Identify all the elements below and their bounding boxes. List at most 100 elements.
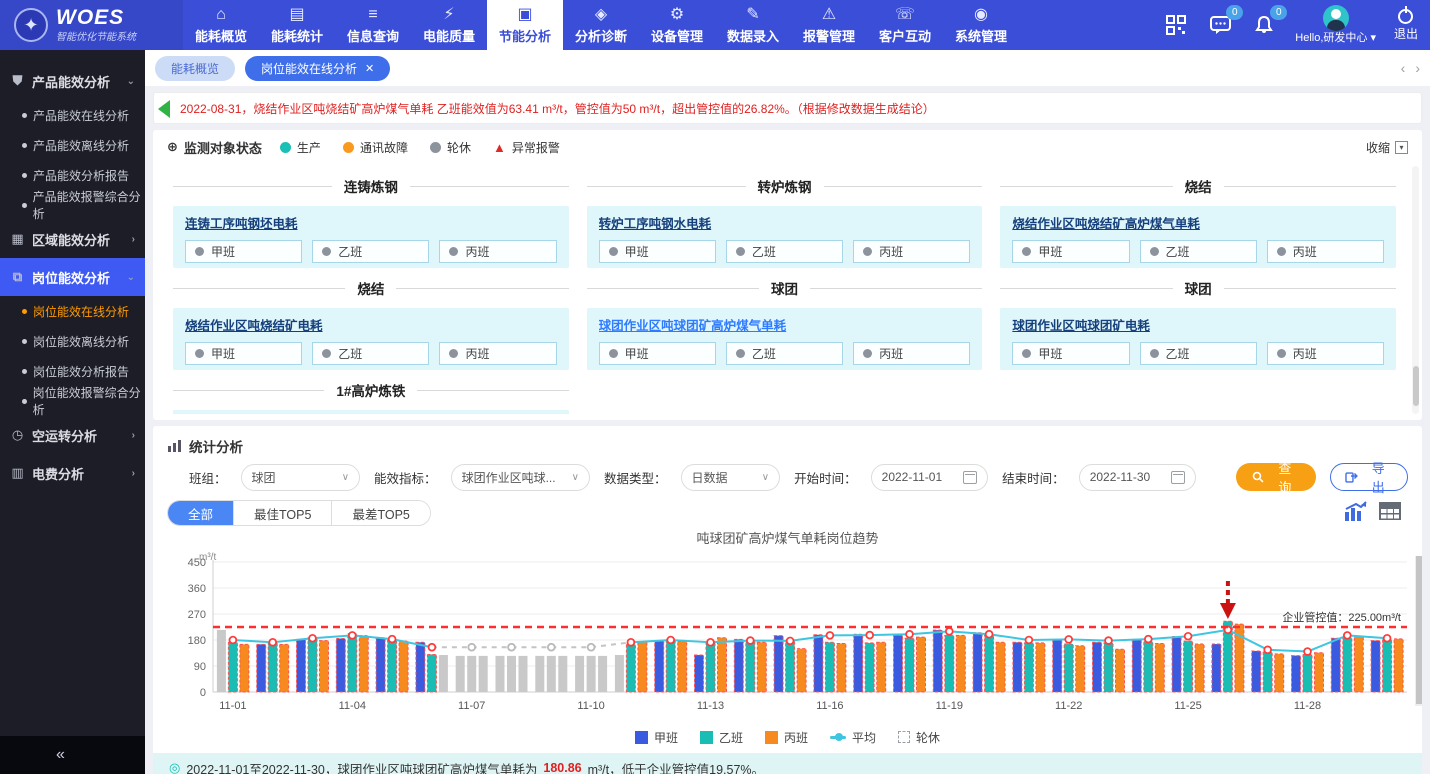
sidebar-collapse-button[interactable]: « — [0, 736, 145, 774]
indicator-link[interactable]: 烧结作业区吨烧结矿高炉煤气单耗 — [1012, 213, 1384, 232]
status-dot — [1277, 349, 1286, 358]
chevron-down-icon: ▾ — [1370, 32, 1376, 44]
nav-item-analysis-diagnosis[interactable]: ◈分析诊断 — [563, 0, 639, 50]
shift-b-button[interactable]: 乙班 — [1140, 240, 1257, 263]
indicator-link[interactable]: 球团作业区吨球团矿电耗 — [1012, 315, 1384, 334]
status-legend: 生产 通讯故障 轮休 ▲异常报警 — [280, 139, 560, 156]
chart-view-icon[interactable] — [1344, 500, 1368, 522]
indicator-select[interactable]: 球团作业区吨球...∨ — [451, 464, 590, 491]
start-date-input[interactable]: 2022-11-01 — [871, 464, 989, 491]
sidebar-subitem-product-online[interactable]: 产品能效在线分析 — [0, 100, 145, 130]
view-tab-worst-top5[interactable]: 最差TOP5 — [331, 501, 429, 525]
qr-code-icon[interactable] — [1163, 12, 1189, 38]
sidebar-subitem-post-alarm[interactable]: 岗位能效报警综合分析 — [0, 386, 145, 416]
close-icon[interactable]: ✕ — [365, 62, 374, 75]
collapse-panel-button[interactable]: 收缩▾ — [1366, 139, 1408, 156]
user-menu[interactable]: Hello,研发中心 ▾ — [1295, 5, 1376, 45]
shift-c-button[interactable]: 丙班 — [439, 240, 556, 263]
indicator-link[interactable]: 烧结作业区吨烧结矿电耗 — [185, 315, 557, 334]
trend-chart[interactable]: 090180270360450m³/t11-0111-0411-0711-101… — [167, 550, 1417, 722]
indicator-link[interactable]: 转炉工序吨钢水电耗 — [599, 213, 971, 232]
legend-label: 轮休 — [447, 139, 471, 156]
scrollbar-thumb[interactable] — [1413, 366, 1419, 406]
status-dot — [1277, 247, 1286, 256]
tab-post-efficiency-online[interactable]: 岗位能效在线分析✕ — [245, 56, 390, 81]
nav-item-energy-saving-analysis[interactable]: ▣节能分析 — [487, 0, 563, 50]
view-tab-best-top5[interactable]: 最佳TOP5 — [233, 501, 331, 525]
sidebar-item-region-efficiency[interactable]: ▦区域能效分析› — [0, 220, 145, 258]
shift-b-button[interactable]: 乙班 — [312, 240, 429, 263]
shift-a-button[interactable]: 甲班 — [599, 342, 716, 365]
stats-scrollbar[interactable] — [1415, 556, 1422, 706]
shift-b-button[interactable]: 乙班 — [726, 240, 843, 263]
scrollbar-thumb[interactable] — [1416, 556, 1422, 704]
comm-fault-status-dot — [343, 142, 354, 153]
table-view-icon[interactable] — [1378, 500, 1402, 522]
bullet-icon — [22, 309, 27, 314]
calendar-icon — [1171, 471, 1185, 484]
team-select[interactable]: 球团∨ — [241, 464, 361, 491]
sidebar-subitem-product-alarm[interactable]: 产品能效报警综合分析 — [0, 190, 145, 220]
end-date-input[interactable]: 2022-11-30 — [1079, 464, 1197, 491]
nav-item-system-management[interactable]: ◉系统管理 — [943, 0, 1019, 50]
export-button[interactable]: 导 出 — [1330, 463, 1408, 491]
indicator-label: 能效指标： — [374, 468, 437, 487]
nav-item-energy-statistics[interactable]: ▤能耗统计 — [259, 0, 335, 50]
notifications-bell-icon[interactable]: 0 — [1251, 12, 1277, 38]
monitor-scroll-area[interactable]: 连铸炼钢 连铸工序吨钢坯电耗 甲班 乙班 丙班 转炉炼钢 转炉工序吨钢水电耗 — [153, 164, 1422, 414]
monitor-card: 高炉作业区吨生铁电耗 — [173, 410, 569, 414]
sidebar-subitem-post-offline[interactable]: 岗位能效离线分析 — [0, 326, 145, 356]
shift-b-button[interactable]: 乙班 — [726, 342, 843, 365]
shift-a-button[interactable]: 甲班 — [599, 240, 716, 263]
query-button[interactable]: 查 询 — [1236, 463, 1315, 491]
nav-item-customer-interaction[interactable]: ☏客户互动 — [867, 0, 943, 50]
shift-a-button[interactable]: 甲班 — [1012, 240, 1129, 263]
view-tab-all[interactable]: 全部 — [168, 501, 233, 525]
sidebar-item-product-efficiency[interactable]: ⛊产品能效分析⌄ — [0, 62, 145, 100]
shift-c-button[interactable]: 丙班 — [1267, 240, 1384, 263]
logout-button[interactable]: 退出 — [1394, 9, 1418, 42]
sidebar-subitem-product-offline[interactable]: 产品能效离线分析 — [0, 130, 145, 160]
shift-c-button[interactable]: 丙班 — [853, 342, 970, 365]
nav-item-energy-overview[interactable]: ⌂能耗概览 — [183, 0, 259, 50]
tabs-scroll-left-icon[interactable]: ‹ — [1401, 60, 1406, 76]
sidebar-subitem-product-report[interactable]: 产品能效分析报告 — [0, 160, 145, 190]
shift-b-button[interactable]: 乙班 — [1140, 342, 1257, 365]
open-tabs-bar: 能耗概览 岗位能效在线分析✕ ‹ › — [145, 50, 1430, 86]
sidebar-item-idle-analysis[interactable]: ◷空运转分析› — [0, 416, 145, 454]
bullet-icon — [22, 369, 27, 374]
nav-item-power-quality[interactable]: ⚡电能质量 — [411, 0, 487, 50]
shift-a-button[interactable]: 甲班 — [185, 240, 302, 263]
legend-label: 通讯故障 — [360, 139, 408, 156]
tabs-scroll-right-icon[interactable]: › — [1415, 60, 1420, 76]
indicator-link-selected[interactable]: 球团作业区吨球团矿高炉煤气单耗 — [599, 315, 971, 334]
status-dot — [1022, 349, 1031, 358]
tab-energy-overview[interactable]: 能耗概览 — [155, 56, 235, 81]
nav-item-device-management[interactable]: ⚙设备管理 — [639, 0, 715, 50]
monitor-scrollbar[interactable] — [1412, 166, 1419, 414]
messages-icon[interactable]: 0 — [1207, 12, 1233, 38]
nav-item-alarm-management[interactable]: ⚠报警管理 — [791, 0, 867, 50]
indicator-link[interactable]: 连铸工序吨钢坯电耗 — [185, 213, 557, 232]
status-dot — [322, 247, 331, 256]
legend-label: 丙班 — [784, 729, 808, 746]
datatype-select[interactable]: 日数据∨ — [681, 464, 781, 491]
shift-c-button[interactable]: 丙班 — [1267, 342, 1384, 365]
sidebar-item-post-efficiency[interactable]: ⧉岗位能效分析⌄ — [0, 258, 145, 296]
legend-label: 异常报警 — [512, 139, 560, 156]
shift-c-button[interactable]: 丙班 — [439, 342, 556, 365]
shift-a-button[interactable]: 甲班 — [185, 342, 302, 365]
svg-text:11-25: 11-25 — [1174, 700, 1201, 712]
nav-item-info-query[interactable]: ≡信息查询 — [335, 0, 411, 50]
shift-a-button[interactable]: 甲班 — [1012, 342, 1129, 365]
sidebar-item-electricity-fee[interactable]: ▥电费分析› — [0, 454, 145, 492]
status-dot — [863, 247, 872, 256]
alarm-ticker: 2022-08-31，烧结作业区吨烧结矿高炉煤气单耗 乙班能效值为63.41 m… — [153, 92, 1422, 124]
sidebar-subitem-post-online[interactable]: 岗位能效在线分析 — [0, 296, 145, 326]
sidebar-subitem-post-report[interactable]: 岗位能效分析报告 — [0, 356, 145, 386]
nav-item-data-entry[interactable]: ✎数据录入 — [715, 0, 791, 50]
shift-c-button[interactable]: 丙班 — [853, 240, 970, 263]
bar-chart-icon: ▤ — [289, 6, 304, 24]
pause-circle-icon: ◷ — [10, 427, 25, 443]
shift-b-button[interactable]: 乙班 — [312, 342, 429, 365]
